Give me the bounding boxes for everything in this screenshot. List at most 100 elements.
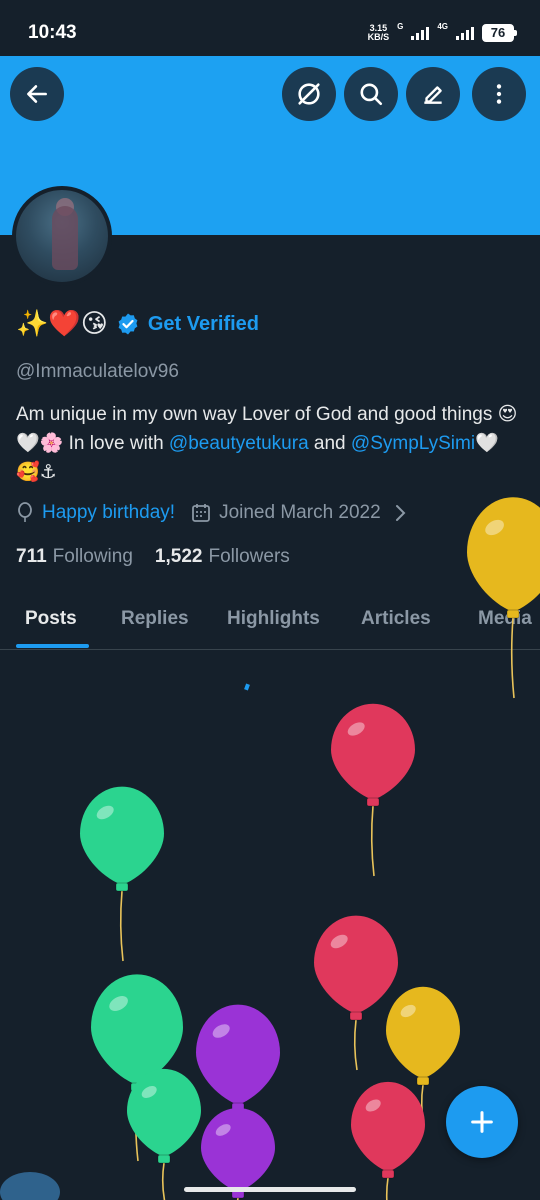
balloon-string [134,1090,139,1162]
birthday-link[interactable]: Happy birthday! [42,502,175,524]
balloon-highlight [212,1024,230,1038]
network-speed: 3.15 KB/S [368,24,390,42]
status-time: 10:43 [28,22,77,43]
search-icon [360,83,383,106]
back-arrow-icon [27,85,47,103]
balloon-string [385,1177,389,1200]
grok-icon [298,83,320,105]
balloon-body [314,915,398,1014]
balloon [127,1068,201,1200]
following-link[interactable]: 711 Following [16,546,133,568]
edit-profile-button[interactable] [406,67,460,121]
balloon-highlight [96,805,114,820]
home-indicator [184,1187,356,1192]
tab-highlights[interactable]: Highlights [227,608,320,630]
status-indicators: 3.15 KB/S G 4G 76 [368,22,517,42]
balloon-highlight [109,996,128,1011]
get-verified-link[interactable]: Get Verified [148,313,259,336]
balloon-knot [381,1169,395,1179]
tab-articles[interactable]: Articles [361,608,431,630]
joined-date: Joined March 2022 [219,502,381,523]
balloon-knot [157,1154,171,1164]
network-type-2: 4G [437,22,448,31]
balloon-body [80,786,164,885]
balloon [331,703,415,877]
profile-meta: Happy birthday! Joined March 2022 [16,502,407,524]
balloon-knot [366,797,380,807]
balloon-knot [416,1076,430,1086]
balloon [314,915,398,1071]
balloon-knot [130,1082,144,1092]
balloon-body [201,1108,275,1192]
balloon [196,1004,280,1172]
plus-icon [471,1111,493,1133]
status-bar: 10:43 3.15 KB/S G 4G 76 [0,0,540,56]
network-type-1: G [397,22,404,31]
balloon-knot [231,1102,245,1112]
balloon-highlight [400,1004,416,1018]
bio-text-2: and [308,433,351,454]
following-count: 711 [16,546,47,567]
display-name: ✨❤️😘 [16,309,108,339]
balloon-highlight [347,722,365,736]
balloon-highlight [330,934,348,949]
tab-replies[interactable]: Replies [121,608,189,630]
balloon [386,986,460,1126]
battery-icon: 76 [482,24,517,42]
chevron-right-icon[interactable] [393,503,407,523]
balloon-highlight [215,1124,231,1136]
bio-mention-beautyetukura[interactable]: @beautyetukura [169,433,309,454]
more-button[interactable] [472,67,526,121]
balloon-string [420,1084,425,1126]
balloon-body [386,986,460,1079]
balloon-highlight [141,1086,157,1098]
balloon-string [235,1110,240,1172]
bio-mention-symplysimi[interactable]: @SympLySimi [351,433,475,454]
balloon-highlight [485,519,504,536]
back-button[interactable] [10,67,64,121]
speed-unit: KB/S [367,32,390,42]
balloon-string [161,1162,166,1200]
profile-tabs: Posts Replies Highlights Articles Media [0,598,540,650]
avatar-figure-body [52,206,78,270]
tab-posts[interactable]: Posts [25,608,77,630]
calendar-icon [192,504,210,522]
more-icon [496,84,502,104]
balloon-string [353,1019,358,1071]
loading-dot [244,683,250,691]
followers-label: Followers [208,546,290,567]
balloon-body [331,703,415,800]
avatar[interactable] [12,186,112,286]
balloon-knot [349,1011,363,1021]
balloon-body [91,974,183,1085]
signal-icon-2 [456,26,474,40]
handle: @Immaculatelov96 [16,361,179,382]
search-button[interactable] [344,67,398,121]
verified-badge-icon[interactable] [116,312,140,336]
edit-icon [424,86,442,104]
balloon-body [127,1068,201,1157]
following-label: Following [52,546,133,567]
balloon-body [351,1081,425,1172]
balloon-body [467,497,540,612]
active-tab-indicator [16,644,89,648]
follow-stats: 711 Following 1,522 Followers [16,546,290,568]
bio: Am unique in my own way Lover of God and… [16,400,524,487]
compose-button[interactable] [446,1086,518,1158]
balloon-icon [18,502,32,522]
signal-icon [411,26,430,40]
display-name-row: ✨❤️😘 Get Verified [16,309,259,339]
balloon-knot [115,882,129,892]
profile-thumb-partial [0,1172,60,1200]
balloon-body [196,1004,280,1105]
tab-media[interactable]: Media [478,608,532,630]
balloon [351,1081,425,1200]
balloon [91,974,183,1162]
followers-count: 1,522 [154,546,203,567]
balloon-string [119,890,124,962]
balloon-string [370,805,375,877]
balloon-highlight [365,1099,381,1112]
balloon [80,786,164,962]
followers-link[interactable]: 1,522 Followers [155,546,290,568]
grok-button[interactable] [282,67,336,121]
